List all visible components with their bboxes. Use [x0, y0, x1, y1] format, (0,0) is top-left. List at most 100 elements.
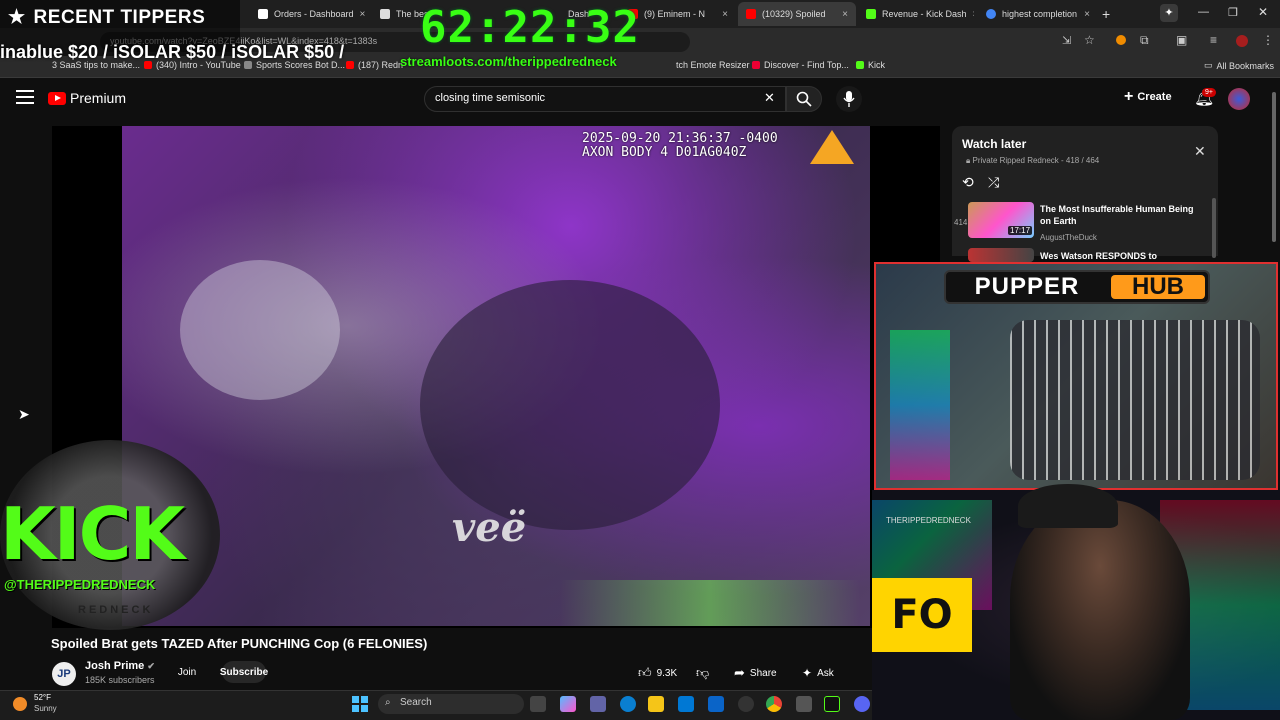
account-avatar[interactable]: [1228, 88, 1250, 110]
dislike-button[interactable]: 👎︎: [696, 662, 709, 684]
loop-icon[interactable]: ⟲: [962, 174, 974, 191]
close-icon[interactable]: ×: [360, 9, 366, 20]
file-explorer-icon[interactable]: [648, 696, 664, 712]
bookmark-item[interactable]: Discover - Find Top...: [752, 60, 849, 70]
create-button[interactable]: + Create: [1124, 88, 1172, 106]
lock-icon: 🔒︎: [966, 156, 971, 165]
tab-revenue-kick[interactable]: Revenue - Kick Dash ×: [858, 2, 974, 26]
teams-icon[interactable]: [590, 696, 606, 712]
video-thumbnail[interactable]: [968, 248, 1034, 262]
subscribe-button[interactable]: Subscribe: [220, 661, 268, 683]
playlist-subtitle-text: Private Ripped Redneck - 418 / 464: [972, 156, 1100, 165]
copilot-icon[interactable]: [560, 696, 576, 712]
tab-highest-completion[interactable]: highest completion ×: [978, 2, 1098, 26]
bookmark-star-icon[interactable]: ☆: [1084, 33, 1095, 47]
shuffle-icon[interactable]: ⤮: [988, 174, 999, 191]
bookmark-item[interactable]: Kick: [856, 60, 885, 70]
create-label: Create: [1137, 91, 1172, 103]
camera-neon-light: [890, 330, 950, 480]
plus-icon: +: [1124, 88, 1134, 105]
playlist-video-title[interactable]: Wes Watson RESPONDS to: [1040, 250, 1200, 262]
tab-label: (9) Eminem - N: [644, 9, 706, 19]
playlist-index: 414: [954, 218, 968, 227]
hamburger-menu-icon[interactable]: [16, 90, 34, 104]
search-button[interactable]: [786, 86, 822, 112]
minimize-button[interactable]: —: [1198, 6, 1209, 18]
weather-temp[interactable]: 52°F: [34, 693, 51, 702]
share-button[interactable]: ➦ Share: [734, 662, 777, 684]
clear-search-icon[interactable]: ✕: [764, 90, 775, 106]
kick-badge-subtext: REDNECK: [78, 604, 154, 616]
close-icon[interactable]: ×: [722, 9, 728, 20]
like-button[interactable]: 👍︎ 9.3K: [638, 662, 677, 684]
tab-spoiled-active[interactable]: (10329) Spoiled ×: [738, 2, 856, 26]
voice-search-button[interactable]: [836, 86, 862, 112]
video-duration: 17:17: [1008, 226, 1033, 235]
windows-start-icon[interactable]: [352, 696, 368, 712]
close-icon[interactable]: ×: [973, 9, 974, 20]
subscriber-count: 185K subscribers: [85, 675, 155, 685]
channel-name[interactable]: Josh Prime ✔: [85, 660, 155, 672]
taskbar-search[interactable]: ⌕ Search: [378, 694, 524, 714]
all-bookmarks[interactable]: ▭ All Bookmarks: [1204, 60, 1274, 71]
join-button[interactable]: Join: [170, 661, 204, 683]
sparkle-icon: ✦: [802, 666, 813, 680]
sidebar-icon[interactable]: ▣: [1176, 33, 1187, 47]
close-icon[interactable]: ✕: [1194, 143, 1206, 160]
timestamp-line: 2025-09-20 21:36:37 -0400: [582, 131, 778, 146]
discord-icon[interactable]: [854, 696, 870, 712]
bookmark-item[interactable]: tch Emote Resizer: [676, 60, 750, 70]
profile-avatar[interactable]: [1236, 35, 1248, 47]
new-tab-button[interactable]: +: [1102, 6, 1110, 22]
extension-icon[interactable]: [1116, 35, 1126, 45]
search-icon: ⌕: [385, 697, 391, 708]
youtube-icon: [346, 61, 354, 69]
ask-button[interactable]: ✦ Ask: [802, 662, 834, 684]
search-input[interactable]: closing time semisonic: [424, 86, 786, 112]
webcam-streamer: [1010, 500, 1190, 720]
folder-icon: ▭: [1204, 60, 1213, 70]
streamloots-link: streamloots.com/therippedredneck: [400, 54, 617, 69]
bookmark-item[interactable]: (187) Redn: [346, 60, 403, 70]
media-icon[interactable]: ≡: [1210, 33, 1217, 47]
maximize-button[interactable]: ❐: [1228, 6, 1238, 19]
playlist-scrollbar[interactable]: [1212, 198, 1216, 258]
playlist-video-channel: AugustTheDuck: [1040, 233, 1097, 242]
chrome-icon[interactable]: [766, 696, 782, 712]
youtube-icon: [746, 9, 756, 19]
video-content-blur: [180, 260, 340, 400]
install-icon[interactable]: ⇲: [1062, 34, 1071, 47]
puzzle-icon[interactable]: ⧉: [1140, 33, 1149, 48]
pupper-hub-text: PUPPER: [974, 273, 1080, 300]
app-icon[interactable]: [796, 696, 812, 712]
kick-handle: @THERIPPEDREDNECK: [4, 577, 156, 592]
playlist-video-title[interactable]: The Most Insufferable Human Being on Ear…: [1040, 203, 1200, 227]
weather-desc[interactable]: Sunny: [34, 704, 57, 713]
youtube-premium-logo[interactable]: Premium: [48, 90, 126, 106]
close-icon[interactable]: ×: [842, 9, 848, 20]
menu-kebab-icon[interactable]: ⋮: [1262, 33, 1274, 47]
bookmark-label: (187) Redn: [358, 60, 404, 70]
playlist-subtitle: 🔒︎ Private Ripped Redneck - 418 / 464: [966, 156, 1099, 166]
terminal-icon[interactable]: [824, 696, 840, 712]
tab-label: Revenue - Kick Dash: [882, 9, 967, 19]
weather-sun-icon[interactable]: [13, 697, 27, 711]
sparkle-icon[interactable]: ✦: [1160, 4, 1178, 22]
page-scrollbar[interactable]: [1272, 92, 1276, 242]
tab-orders-dashboard[interactable]: Orders - Dashboard ×: [250, 2, 370, 26]
obs-icon[interactable]: [738, 696, 754, 712]
channel-avatar[interactable]: JP: [52, 662, 76, 686]
logo-text: Premium: [70, 90, 127, 106]
close-icon[interactable]: ×: [1084, 9, 1090, 20]
task-view-icon[interactable]: [530, 696, 546, 712]
subathon-timer: 62:22:32: [420, 2, 640, 53]
close-window-button[interactable]: ✕: [1258, 5, 1268, 19]
tab-label: Orders - Dashboard: [274, 9, 354, 19]
watch-later-title: Watch later: [962, 137, 1027, 151]
store-icon[interactable]: [678, 696, 694, 712]
thumbs-down-icon: 👎︎: [696, 665, 710, 680]
outlook-icon[interactable]: [708, 696, 724, 712]
edge-icon[interactable]: [620, 696, 636, 712]
device-id-line: AXON BODY 4 D01AG040Z: [582, 145, 747, 160]
like-count: 9.3K: [656, 667, 678, 679]
